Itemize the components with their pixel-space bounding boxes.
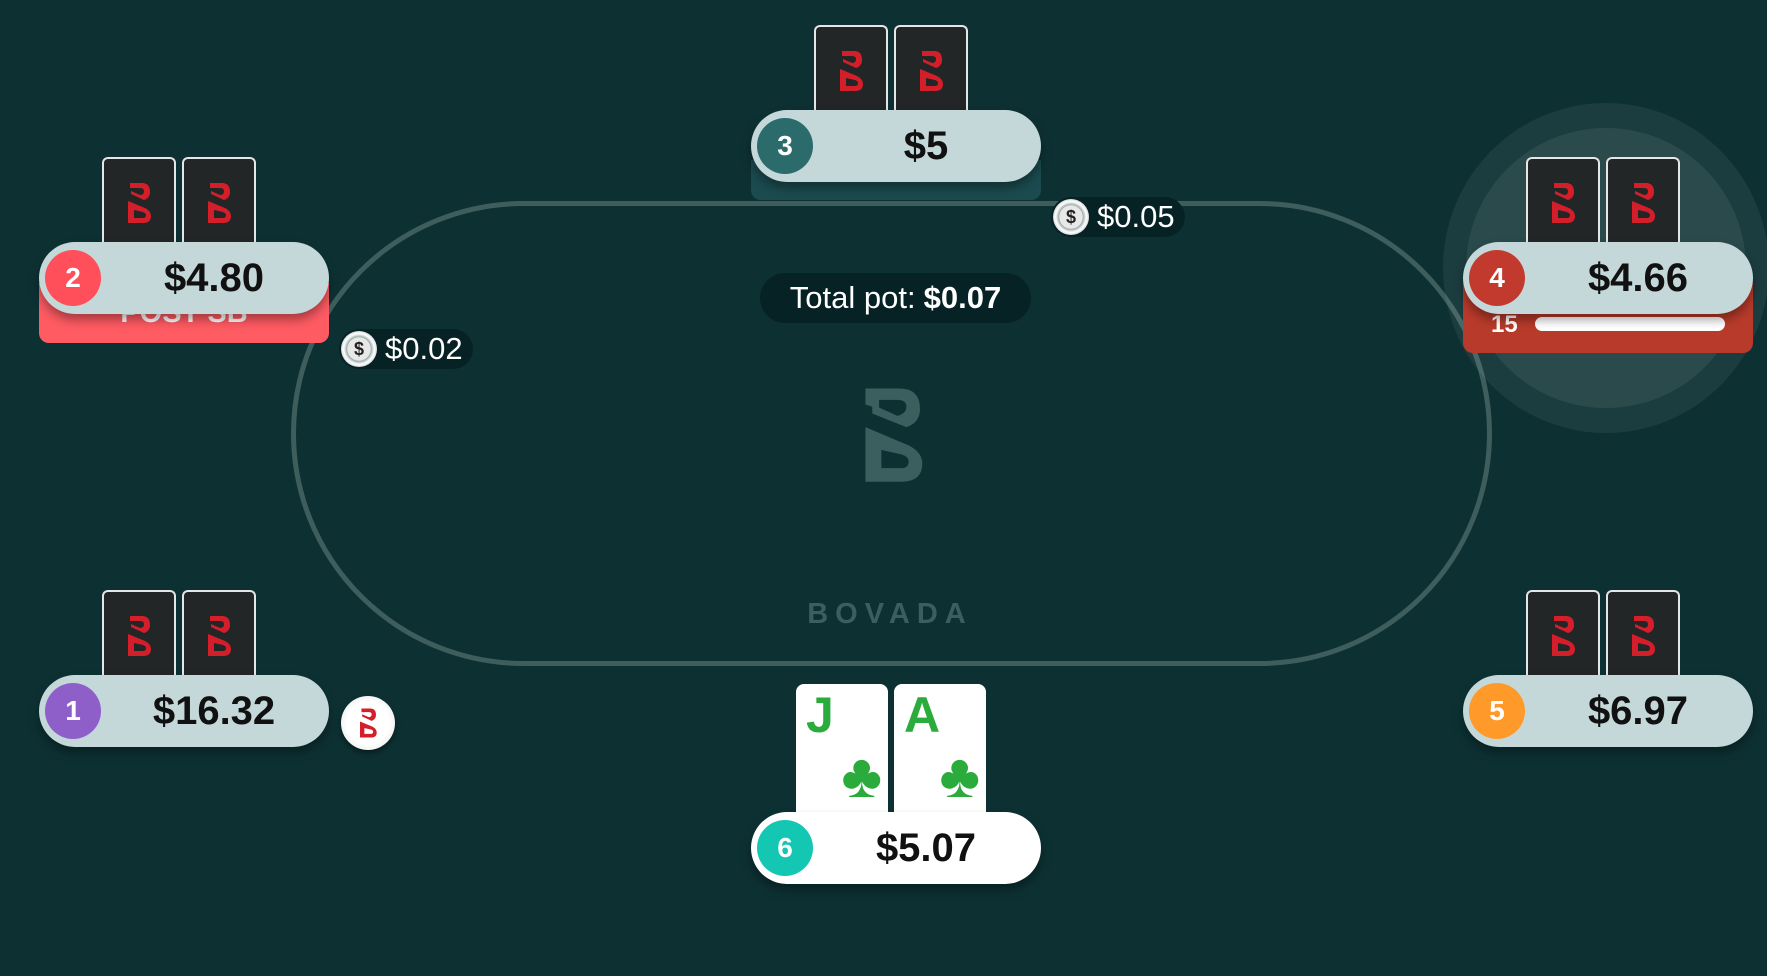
seat-2[interactable]: POST SB 2 $4.80 [39,157,329,367]
seat-2-bet: $ $0.02 [339,329,473,369]
bovada-logo-icon [865,388,923,482]
bovada-logo-icon [1547,181,1579,225]
bet-amount: $0.05 [1097,199,1175,234]
seat-3[interactable]: 3 $5 [751,25,1041,185]
hole-card[interactable]: A ♣ [894,684,986,812]
bet-amount: $0.02 [385,331,463,366]
seat-5-cards [1526,590,1680,680]
bovada-logo-icon [835,49,867,93]
seat-number: 1 [45,683,101,739]
seat-stack: $5 [903,123,949,168]
seat-6-hero[interactable]: J ♣ A ♣ 6 $5.07 [751,684,1041,884]
table-brand-text: BOVADA [807,598,973,630]
bovada-logo-icon [915,49,947,93]
seat-stack: $5.07 [875,825,977,870]
seat-3-info: 3 $5 [751,110,1041,182]
hero-cards: J ♣ A ♣ [796,684,986,812]
bovada-logo-icon [1627,614,1659,658]
seat-number: 6 [757,820,813,876]
seat-3-bet: $ $0.05 [1051,197,1185,237]
card-rank: A [904,687,941,743]
bovada-logo-icon [123,181,155,225]
card-rank: J [806,687,834,743]
card-back [894,25,968,115]
seat-stack: $16.32 [152,688,276,733]
card-back [814,25,888,115]
seat-stack: $6.97 [1587,688,1689,733]
seat-number: 4 [1469,250,1525,306]
seat-number: 2 [45,250,101,306]
seat-stack: $4.66 [1587,255,1689,300]
timer-progress-bar [1535,317,1725,331]
seat-3-cards [814,25,968,115]
dealer-button-icon [341,696,395,750]
seat-number: 5 [1469,683,1525,739]
bovada-logo-icon [1627,181,1659,225]
card-back [102,157,176,247]
hole-card[interactable]: J ♣ [796,684,888,812]
seat-4[interactable]: 15 4 $4.66 [1463,157,1753,372]
bovada-logo-icon [203,614,235,658]
card-back [1526,157,1600,247]
bovada-logo-icon [1547,614,1579,658]
seat-4-info: 4 $4.66 [1463,242,1753,314]
card-back [1606,157,1680,247]
seat-5[interactable]: 5 $6.97 [1463,590,1753,750]
seat-2-info: 2 $4.80 [39,242,329,314]
seat-stack: $4.80 [163,255,265,300]
bovada-logo-icon [203,181,235,225]
chip-icon: $ [1053,199,1089,235]
seat-5-info: 5 $6.97 [1463,675,1753,747]
card-back [1526,590,1600,680]
total-pot-value: $0.07 [923,280,1002,315]
chip-icon: $ [341,331,377,367]
timer-seconds: 15 [1491,311,1518,338]
card-back [102,590,176,680]
seat-4-cards [1526,157,1680,247]
total-pot-label: Total pot: [789,280,916,315]
seat-2-cards [102,157,256,247]
club-suit-icon: ♣ [939,742,980,811]
seat-1[interactable]: 1 $16.32 [39,590,329,750]
seat-6-info: 6 $5.07 [751,812,1041,884]
club-suit-icon: ♣ [841,742,882,811]
seat-number: 3 [757,118,813,174]
card-back [182,590,256,680]
total-pot: Total pot: $0.07 [760,273,1031,323]
card-back [1606,590,1680,680]
bovada-logo-icon [123,614,155,658]
seat-1-info: 1 $16.32 [39,675,329,747]
seat-1-cards [102,590,256,680]
bovada-logo-icon [356,707,380,739]
card-back [182,157,256,247]
